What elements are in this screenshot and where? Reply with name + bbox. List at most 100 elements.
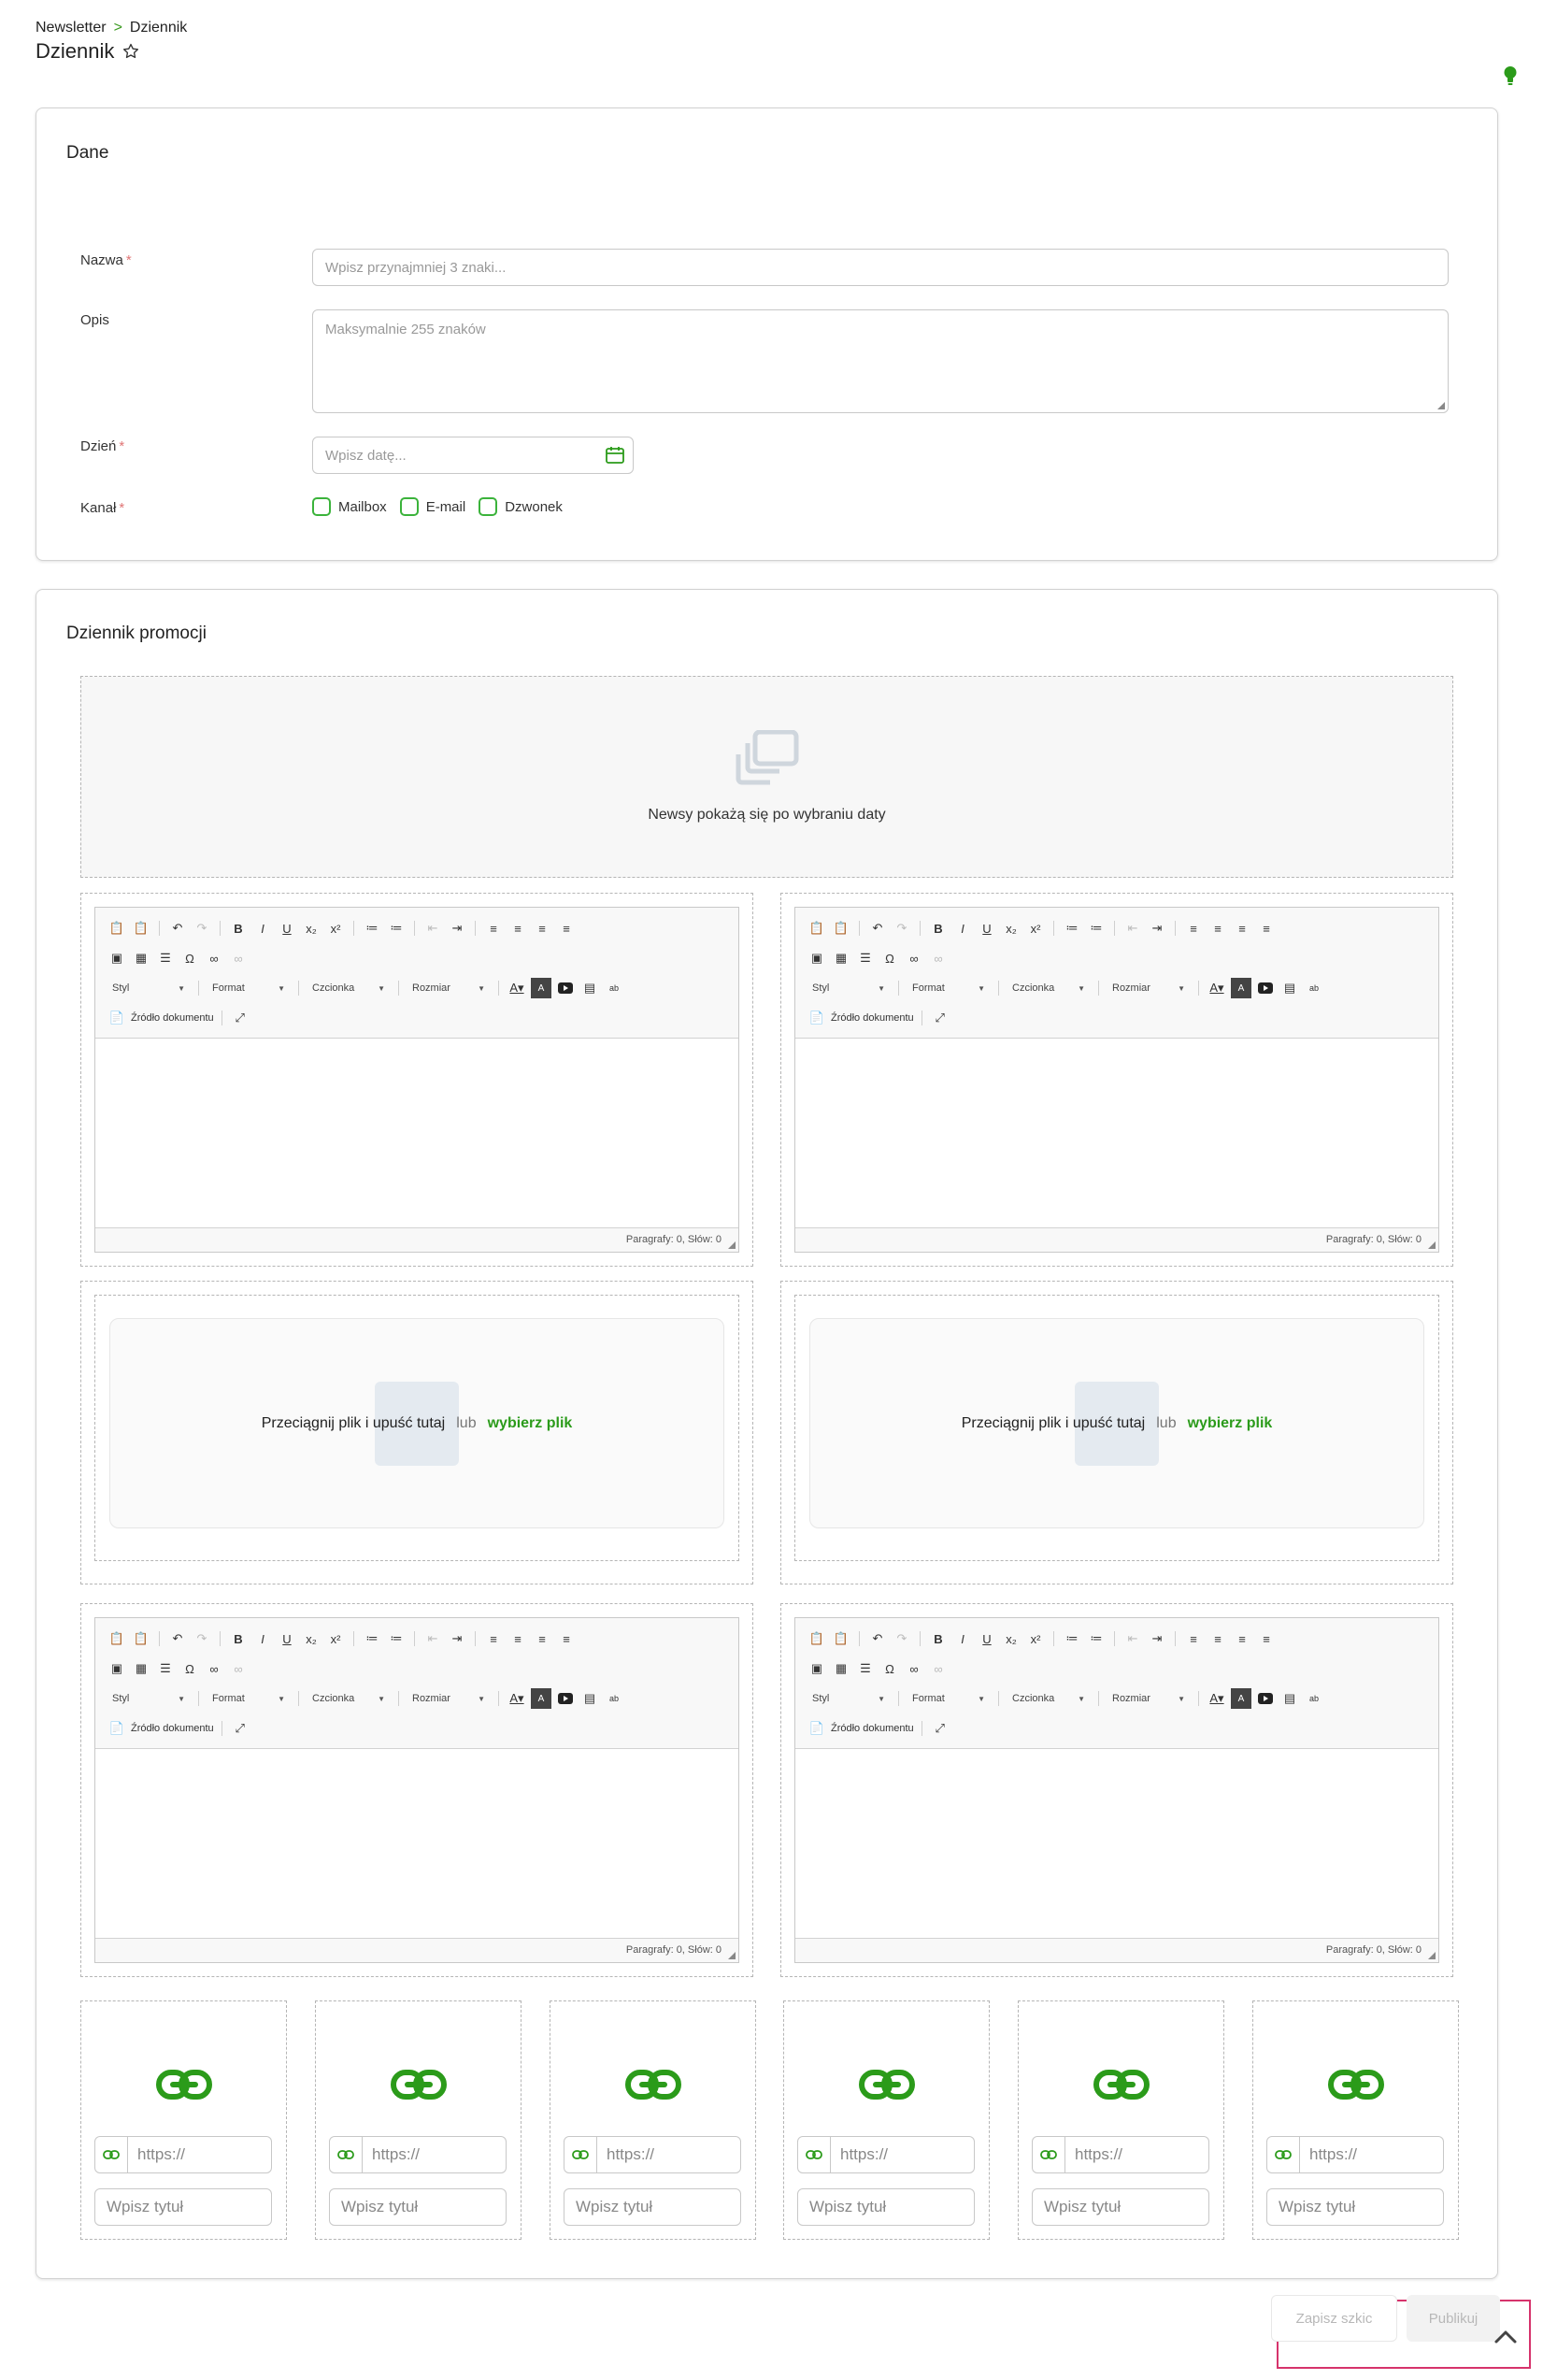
youtube-icon[interactable] bbox=[555, 1688, 576, 1709]
toolbar-clipboardxtext-button[interactable]: 📋 bbox=[131, 1628, 151, 1649]
font-combo[interactable]: Czcionka ▼ bbox=[1007, 1688, 1091, 1709]
maximize-icon[interactable]: ⤢ bbox=[230, 1008, 250, 1028]
breadcrumb-newsletter[interactable]: Newsletter bbox=[36, 20, 107, 36]
size-combo[interactable]: Rozmiar ▼ bbox=[1107, 1688, 1191, 1709]
toolbar-aj-button[interactable]: ≡ bbox=[1256, 918, 1277, 939]
url-link-button[interactable] bbox=[329, 2136, 363, 2173]
special-char-icon[interactable]: Ω bbox=[879, 948, 900, 968]
link-title-input[interactable]: Wpisz tytuł bbox=[94, 2188, 272, 2226]
link-title-input[interactable]: Wpisz tytuł bbox=[564, 2188, 741, 2226]
url-input[interactable]: https:// bbox=[597, 2136, 741, 2173]
bg-color-icon[interactable]: A bbox=[1231, 978, 1251, 998]
toolbar-ac-button[interactable]: ≡ bbox=[1207, 918, 1228, 939]
toolbar-indent-button[interactable]: ⇥ bbox=[447, 1628, 467, 1649]
horizontal-line-icon[interactable]: ☰ bbox=[855, 948, 876, 968]
toolbar-ul-button[interactable]: ≔ bbox=[1086, 918, 1107, 939]
iframe-icon[interactable]: ▤ bbox=[579, 1688, 600, 1709]
toolbar-redo-button[interactable]: ↷ bbox=[192, 1628, 212, 1649]
table-icon[interactable]: ▦ bbox=[131, 948, 151, 968]
url-input[interactable]: https:// bbox=[1300, 2136, 1444, 2173]
style-combo[interactable]: Styl ▼ bbox=[807, 1688, 891, 1709]
toolbar-B-button[interactable]: B bbox=[228, 918, 249, 939]
resize-handle[interactable] bbox=[728, 1952, 736, 1959]
resize-handle[interactable] bbox=[728, 1241, 736, 1249]
horizontal-line-icon[interactable]: ☰ bbox=[155, 1658, 176, 1679]
toolbar-clipboardxtext-button[interactable]: 📋 bbox=[131, 918, 151, 939]
toolbar-xx-button[interactable]: x² bbox=[1025, 1628, 1046, 1649]
format-combo[interactable]: Format ▼ bbox=[907, 978, 991, 998]
toolbar-clipboard-button[interactable]: 📋 bbox=[807, 1628, 827, 1649]
link-title-input[interactable]: Wpisz tytuł bbox=[797, 2188, 975, 2226]
unlink-icon[interactable]: ∞ bbox=[928, 1658, 949, 1679]
bg-color-icon[interactable]: A bbox=[531, 1688, 551, 1709]
toolbar-I-button[interactable]: I bbox=[952, 1628, 973, 1649]
source-button[interactable]: Źródło dokumentu bbox=[831, 1723, 914, 1734]
toolbar-xx-button[interactable]: x₂ bbox=[1001, 1628, 1022, 1649]
link-title-input[interactable]: Wpisz tytuł bbox=[329, 2188, 507, 2226]
toolbar-clipboard-button[interactable]: 📋 bbox=[807, 918, 827, 939]
source-button[interactable]: Źródło dokumentu bbox=[131, 1723, 214, 1734]
youtube-icon[interactable] bbox=[1255, 978, 1276, 998]
editor-content-area[interactable] bbox=[95, 1749, 738, 1938]
toolbar-ol-button[interactable]: ≔ bbox=[1062, 1628, 1082, 1649]
image-icon[interactable]: ▣ bbox=[807, 1658, 827, 1679]
text-color-icon[interactable]: A▾ bbox=[1207, 1688, 1227, 1709]
toolbar-undo-button[interactable]: ↶ bbox=[867, 918, 888, 939]
toolbar-ul-button[interactable]: ≔ bbox=[1086, 1628, 1107, 1649]
spellcheck-icon[interactable]: ab bbox=[1304, 978, 1324, 998]
url-link-button[interactable] bbox=[797, 2136, 831, 2173]
toolbar-redo-button[interactable]: ↷ bbox=[892, 1628, 912, 1649]
link-icon[interactable]: ∞ bbox=[904, 1658, 924, 1679]
source-icon[interactable]: 📄 bbox=[807, 1008, 827, 1028]
toolbar-I-button[interactable]: I bbox=[952, 918, 973, 939]
format-combo[interactable]: Format ▼ bbox=[207, 978, 291, 998]
toolbar-ol-button[interactable]: ≔ bbox=[362, 918, 382, 939]
editor-content-area[interactable] bbox=[795, 1039, 1438, 1227]
toolbar-indent-button[interactable]: ⇥ bbox=[1147, 1628, 1167, 1649]
toolbar-clipboardxtext-button[interactable]: 📋 bbox=[831, 1628, 851, 1649]
toolbar-ar-button[interactable]: ≡ bbox=[1232, 1628, 1252, 1649]
toolbar-B-button[interactable]: B bbox=[228, 1628, 249, 1649]
link-title-input[interactable]: Wpisz tytuł bbox=[1032, 2188, 1209, 2226]
toolbar-xx-button[interactable]: x₂ bbox=[1001, 918, 1022, 939]
toolbar-redo-button[interactable]: ↷ bbox=[892, 918, 912, 939]
source-icon[interactable]: 📄 bbox=[107, 1008, 127, 1028]
table-icon[interactable]: ▦ bbox=[831, 948, 851, 968]
link-icon[interactable]: ∞ bbox=[204, 948, 224, 968]
toolbar-ul-button[interactable]: ≔ bbox=[386, 1628, 407, 1649]
toolbar-ar-button[interactable]: ≡ bbox=[1232, 918, 1252, 939]
maximize-icon[interactable]: ⤢ bbox=[230, 1718, 250, 1739]
font-combo[interactable]: Czcionka ▼ bbox=[307, 978, 391, 998]
toolbar-al-button[interactable]: ≡ bbox=[483, 918, 504, 939]
toolbar-undo-button[interactable]: ↶ bbox=[167, 918, 188, 939]
toolbar-clipboard-button[interactable]: 📋 bbox=[107, 918, 127, 939]
youtube-icon[interactable] bbox=[555, 978, 576, 998]
toolbar-ac-button[interactable]: ≡ bbox=[507, 918, 528, 939]
toolbar-al-button[interactable]: ≡ bbox=[483, 1628, 504, 1649]
bg-color-icon[interactable]: A bbox=[531, 978, 551, 998]
url-input[interactable]: https:// bbox=[128, 2136, 272, 2173]
toolbar-ar-button[interactable]: ≡ bbox=[532, 918, 552, 939]
star-icon[interactable] bbox=[121, 42, 140, 61]
checkbox-mailbox[interactable] bbox=[312, 497, 331, 516]
toolbar-outdent-button[interactable]: ⇤ bbox=[1122, 918, 1143, 939]
toolbar-ar-button[interactable]: ≡ bbox=[532, 1628, 552, 1649]
toolbar-B-button[interactable]: B bbox=[928, 1628, 949, 1649]
unlink-icon[interactable]: ∞ bbox=[228, 1658, 249, 1679]
toolbar-U-button[interactable]: U bbox=[977, 918, 997, 939]
choose-file-link[interactable]: wybierz plik bbox=[488, 1415, 573, 1432]
toolbar-aj-button[interactable]: ≡ bbox=[556, 1628, 577, 1649]
toolbar-indent-button[interactable]: ⇥ bbox=[1147, 918, 1167, 939]
dropzone-right[interactable]: Przeciągnij plik i upuść tutaj lub wybierz… bbox=[809, 1318, 1424, 1528]
format-combo[interactable]: Format ▼ bbox=[207, 1688, 291, 1709]
font-combo[interactable]: Czcionka ▼ bbox=[307, 1688, 391, 1709]
image-icon[interactable]: ▣ bbox=[107, 948, 127, 968]
horizontal-line-icon[interactable]: ☰ bbox=[155, 948, 176, 968]
toolbar-xx-button[interactable]: x² bbox=[1025, 918, 1046, 939]
publish-button[interactable]: Publikuj bbox=[1407, 2295, 1500, 2342]
url-link-button[interactable] bbox=[1032, 2136, 1065, 2173]
scroll-to-top-icon[interactable] bbox=[1493, 2328, 1518, 2344]
toolbar-aj-button[interactable]: ≡ bbox=[556, 918, 577, 939]
style-combo[interactable]: Styl ▼ bbox=[107, 978, 191, 998]
date-input[interactable]: Wpisz datę... bbox=[312, 437, 634, 474]
